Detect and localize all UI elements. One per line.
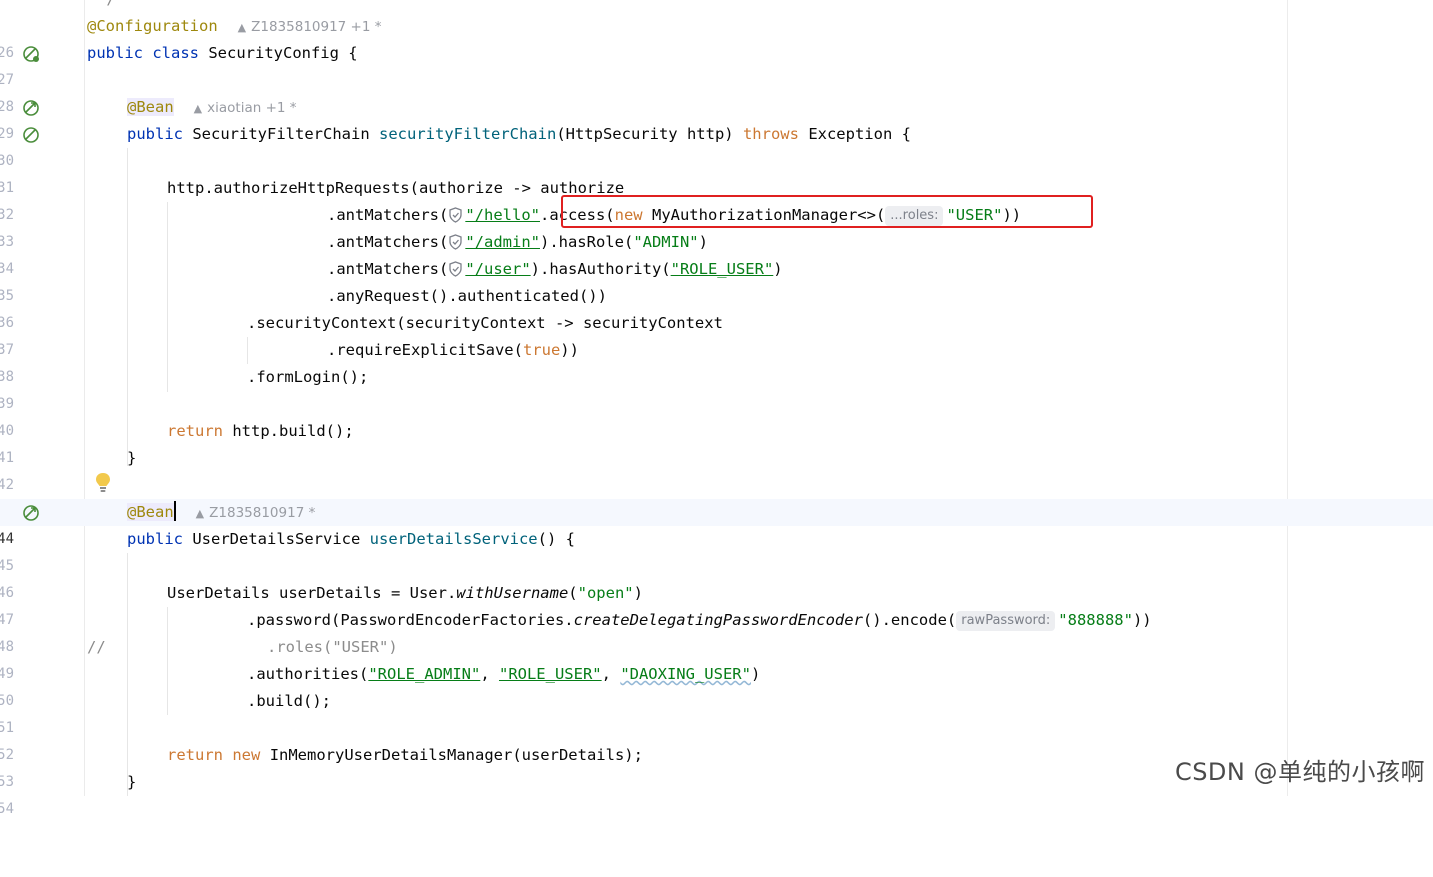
comment: // [87,638,106,656]
shield-icon[interactable] [448,234,463,250]
code-line[interactable]: 52 [0,715,1433,763]
code-line[interactable]: */ [0,0,1433,13]
comment: .roles("USER") [267,638,398,656]
author-hint[interactable]: ▲ Z1835810917 +1 * [238,19,382,35]
code-line[interactable]: 34 .antMatchers("/admin").hasRole("ADMIN… [0,229,1433,277]
annotation: @Bean [127,503,174,521]
user-icon: ▲ [237,21,247,34]
code-line[interactable]: 45 public UserDetailsService userDetails… [0,526,1433,574]
code-line[interactable]: 28 [0,67,1433,115]
annotation: @Configuration [87,17,218,35]
author-hint[interactable]: ▲ xiaotian +1 * [194,100,297,116]
text-caret [173,501,176,521]
code-line[interactable]: 30 public SecurityFilterChain securityFi… [0,121,1433,169]
code-line[interactable]: 37 .securityContext(securityContext -> s… [0,310,1433,358]
shield-icon[interactable] [448,207,463,223]
code-line-current[interactable]: 44 @Bean ▲ Z1835810917 * [0,499,1433,547]
method-gutter-icon[interactable] [22,126,40,144]
code-line[interactable]: 38 .requireExplicitSave(true)) [0,337,1433,385]
code-line[interactable]: 42 } [0,445,1433,493]
highlight-box [561,195,1093,228]
code-line[interactable]: 40 [0,391,1433,439]
code-line[interactable]: 46 [0,553,1433,601]
user-icon: ▲ [193,102,203,115]
bean-gutter-icon[interactable] [22,99,40,117]
author-hint[interactable]: ▲ Z1835810917 * [196,505,316,521]
code-line[interactable]: 27 public class SecurityConfig { [0,40,1433,88]
parameter-hint: rawPassword: [956,611,1056,631]
code-line[interactable]: 39 .formLogin(); [0,364,1433,412]
annotation: @Bean [127,98,174,116]
code-line[interactable]: 31 [0,148,1433,196]
line-number: 54 [0,801,14,817]
lightbulb-icon[interactable] [94,472,112,494]
code-line[interactable]: 47 UserDetails userDetails = User.withUs… [0,580,1433,628]
code-line[interactable]: 35 .antMatchers("/user").hasAuthority("R… [0,256,1433,304]
code-line[interactable]: 49 // .roles("USER") [0,634,1433,682]
code-line[interactable]: 48 .password(PasswordEncoderFactories.cr… [0,607,1433,655]
code-line[interactable]: 29 @Bean ▲ xiaotian +1 * [0,94,1433,142]
code-editor[interactable]: */ 26 @Configuration▲Z1835810917 +1 * 27… [0,0,1433,817]
code-line[interactable]: 36 .anyRequest().authenticated()) [0,283,1433,331]
code-line[interactable]: 43 [0,472,1433,520]
code-line[interactable]: 41 return http.build(); [0,418,1433,466]
code-line[interactable]: 50 .authorities("ROLE_ADMIN", "ROLE_USER… [0,661,1433,709]
code-line[interactable]: 51 .build(); [0,688,1433,736]
user-icon: ▲ [195,507,205,520]
spring-bean-icon[interactable] [22,45,40,63]
bean-gutter-icon[interactable] [22,504,40,522]
code-line[interactable]: 26 @Configuration ▲ Z1835810917 +1 * [0,13,1433,61]
watermark: CSDN @单纯的小孩啊 [1174,758,1425,786]
shield-icon[interactable] [448,261,463,277]
